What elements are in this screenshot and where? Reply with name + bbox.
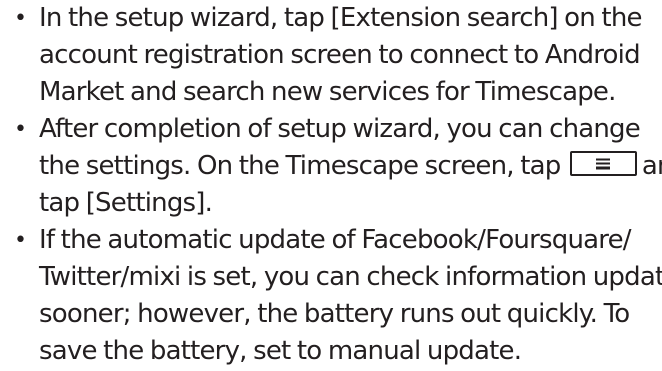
bullet: • — [14, 228, 27, 253]
note-automatic-update: • If the automatic update of Facebook/Fo… — [0, 222, 662, 370]
notes-list: • In the setup wizard, tap [Extension se… — [0, 0, 662, 370]
note-line: Twitter/mixi is set, you can check infor… — [39, 262, 662, 292]
note-line: Market and search new services for Times… — [39, 77, 616, 107]
bullet: • — [14, 117, 27, 142]
note-line-with-key: the settings. On the Timescape screen, t… — [39, 148, 662, 185]
note-line-text: the settings. On the Timescape screen, t… — [39, 151, 561, 181]
note-line: save the battery, set to manual update. — [39, 336, 522, 366]
note-line: In the setup wizard, tap [Extension sear… — [39, 3, 643, 33]
note-line: tap [Settings]. — [39, 188, 213, 218]
note-change-settings: • After completion of setup wizard, you … — [0, 111, 662, 222]
note-line: If the automatic update of Facebook/Four… — [39, 225, 632, 255]
note-line: sooner; however, the battery runs out qu… — [39, 299, 630, 329]
note-line-text: and — [641, 151, 662, 181]
note-extension-search: • In the setup wizard, tap [Extension se… — [0, 0, 662, 111]
note-line: After completion of setup wizard, you ca… — [39, 114, 641, 144]
menu-lines-icon — [596, 158, 611, 169]
bullet: • — [14, 6, 27, 31]
note-line: account registration screen to connect t… — [39, 40, 641, 70]
menu-key-icon — [569, 151, 637, 176]
